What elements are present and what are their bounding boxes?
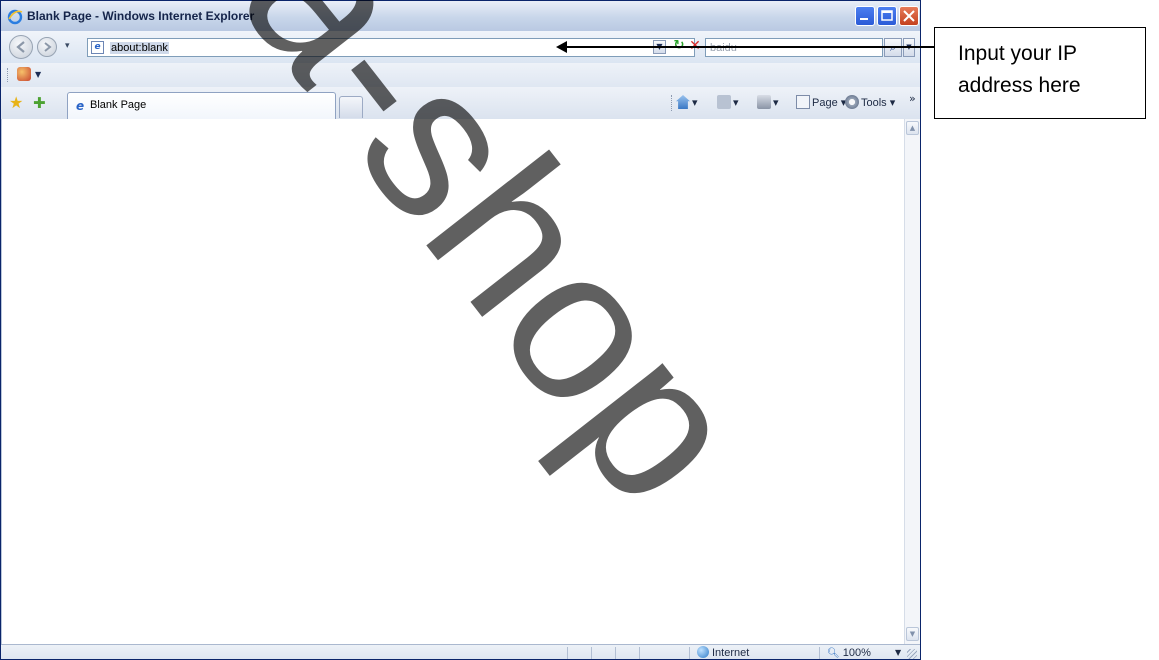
tools-menu-label: Tools — [861, 97, 887, 109]
print-button[interactable]: ▾ — [757, 95, 779, 111]
scroll-down-icon[interactable]: ▼ — [906, 627, 919, 641]
status-bar: Internet 🔍︎ 100% ▼ — [1, 644, 920, 659]
more-chevron-icon[interactable]: » — [909, 92, 916, 105]
callout-line-2: address here — [958, 74, 1081, 97]
title-bar[interactable]: Blank Page - Windows Internet Explorer — [1, 1, 920, 32]
maximize-icon — [881, 10, 893, 21]
minimize-icon — [860, 18, 868, 20]
status-separator — [689, 647, 690, 659]
forward-arrow-icon — [44, 42, 52, 52]
zoom-level-button[interactable]: 🔍︎ 100% — [827, 646, 871, 659]
zone-label: Internet — [712, 647, 750, 659]
toolbar-addon-chevron-down-icon[interactable]: ▼ — [35, 70, 41, 79]
search-input[interactable]: baidu — [710, 42, 737, 54]
feed-icon — [717, 95, 731, 109]
back-button[interactable] — [9, 35, 33, 59]
toolbar-addon-icon[interactable] — [17, 67, 31, 81]
scroll-up-icon[interactable]: ▲ — [906, 121, 919, 135]
back-arrow-icon — [16, 41, 25, 53]
forward-button[interactable] — [37, 37, 57, 57]
status-separator — [615, 647, 616, 659]
annotation-arrow-line — [565, 46, 935, 48]
command-bar-separator — [671, 95, 673, 111]
page-menu-button[interactable]: Page ▾ — [796, 95, 846, 111]
toolbar-grip[interactable] — [7, 68, 10, 82]
page-content-area[interactable] — [1, 119, 905, 644]
tab-label: Blank Page — [90, 99, 147, 111]
status-separator — [819, 647, 820, 659]
status-separator — [567, 647, 568, 659]
links-toolbar: ▼ — [1, 63, 920, 88]
close-icon — [903, 10, 915, 22]
tab-blank-page[interactable]: e Blank Page — [67, 92, 336, 119]
resize-grip[interactable] — [907, 649, 917, 659]
status-separator — [591, 647, 592, 659]
feeds-button[interactable]: ▾ — [717, 95, 739, 111]
print-icon — [757, 95, 771, 109]
globe-icon — [697, 646, 709, 658]
browser-window: Blank Page - Windows Internet Explorer ▾… — [0, 0, 921, 660]
status-separator — [639, 647, 640, 659]
page-menu-icon — [796, 95, 810, 109]
recent-pages-chevron-down-icon[interactable]: ▾ — [65, 41, 70, 51]
minimize-button[interactable] — [855, 6, 875, 26]
favorites-star-icon[interactable]: ★ — [9, 94, 23, 112]
page-icon: e — [76, 99, 85, 113]
zoom-value: 100% — [842, 647, 871, 659]
close-button[interactable] — [899, 6, 919, 26]
annotation-callout: Input your IP address here — [934, 27, 1146, 119]
tab-bar: ★ ✚ e Blank Page ▾ ▾ ▾ Page ▾ Tools ▾ » — [1, 87, 920, 120]
page-menu-label: Page — [812, 97, 838, 109]
gear-icon — [845, 95, 859, 109]
annotation-arrow-head — [556, 41, 567, 53]
new-tab-button[interactable] — [339, 96, 363, 118]
vertical-scrollbar[interactable]: ▲ ▼ — [904, 119, 920, 644]
zoom-icon: 🔍︎ — [827, 648, 840, 659]
home-icon — [676, 95, 690, 109]
ie-logo-icon — [7, 9, 23, 25]
zoom-chevron-down-icon[interactable]: ▼ — [895, 648, 901, 657]
maximize-button[interactable] — [877, 6, 897, 26]
window-title: Blank Page - Windows Internet Explorer — [27, 9, 255, 23]
security-zone[interactable]: Internet — [697, 646, 750, 659]
add-favorites-icon[interactable]: ✚ — [33, 94, 46, 112]
address-input[interactable]: about:blank — [110, 42, 169, 54]
page-icon: e — [91, 41, 104, 54]
tools-menu-button[interactable]: Tools ▾ — [845, 95, 895, 111]
callout-line-1: Input your IP — [958, 42, 1078, 65]
home-button[interactable]: ▾ — [676, 95, 698, 111]
